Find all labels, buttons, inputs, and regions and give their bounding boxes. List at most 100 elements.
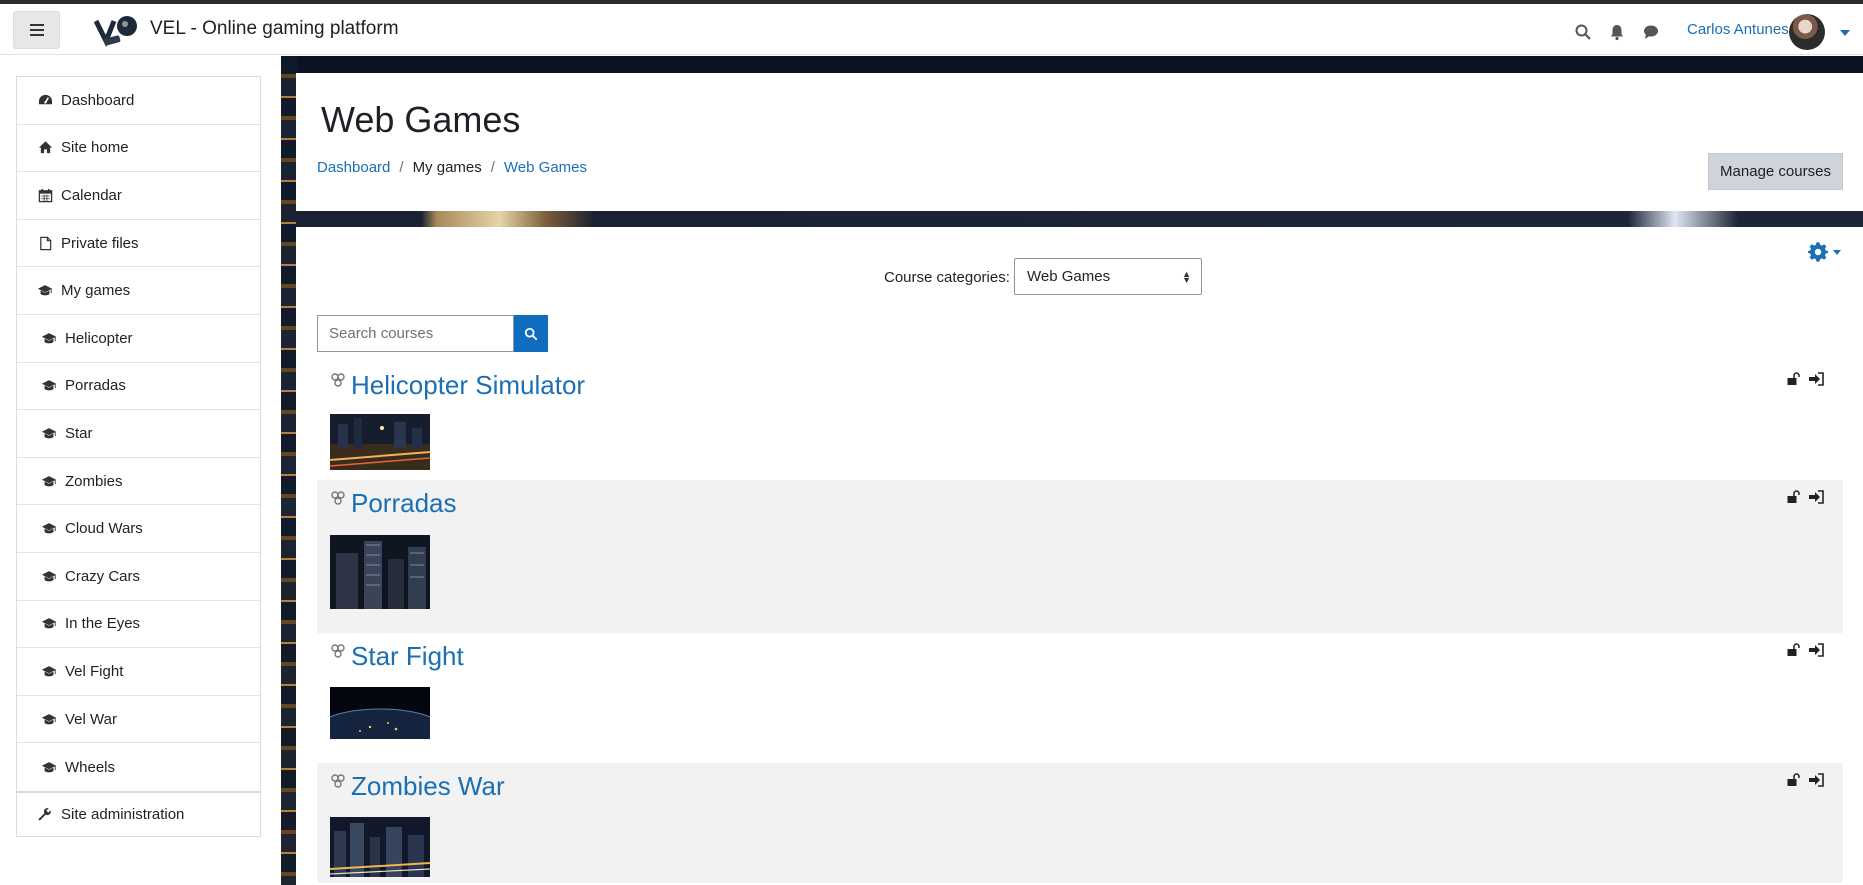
file-icon bbox=[37, 235, 53, 251]
sidebar-item-label: Helicopter bbox=[65, 329, 133, 347]
sidebar-item-label: Site home bbox=[61, 139, 129, 157]
course-thumbnail-image[interactable] bbox=[330, 535, 430, 609]
enrol-icon[interactable] bbox=[1808, 372, 1824, 386]
course-name-link[interactable]: Porradas bbox=[351, 488, 457, 519]
avatar[interactable] bbox=[1789, 14, 1825, 50]
course-icon bbox=[331, 373, 345, 387]
graduation-cap-icon bbox=[41, 521, 57, 537]
calendar-icon bbox=[37, 187, 53, 203]
select-arrows-icon: ▲ ▼ bbox=[1182, 269, 1191, 285]
sidebar-item-site-administration[interactable]: Site administration bbox=[16, 792, 261, 837]
course-icon bbox=[331, 774, 345, 788]
sidebar-item-star[interactable]: Star bbox=[17, 410, 260, 458]
sidebar-item-label: Site administration bbox=[61, 806, 185, 823]
breadcrumb-dashboard[interactable]: Dashboard bbox=[317, 159, 390, 176]
graduation-cap-icon bbox=[37, 283, 53, 299]
course-item: Porradas bbox=[317, 480, 1843, 633]
course-name-link[interactable]: Star Fight bbox=[351, 641, 464, 672]
course-categories-selected: Web Games bbox=[1027, 268, 1111, 285]
sidebar-item-calendar[interactable]: Calendar bbox=[17, 172, 260, 220]
course-categories-select[interactable]: Web Games ▲ ▼ bbox=[1014, 258, 1202, 295]
search-icon bbox=[524, 327, 538, 340]
sidebar-item-in-the-eyes[interactable]: In the Eyes bbox=[17, 601, 260, 649]
sidebar-item-zombies[interactable]: Zombies bbox=[17, 458, 260, 506]
site-title[interactable]: VEL - Online gaming platform bbox=[150, 18, 399, 40]
unlock-icon[interactable] bbox=[1786, 773, 1800, 787]
graduation-cap-icon bbox=[41, 616, 57, 632]
enrol-icon[interactable] bbox=[1808, 490, 1824, 504]
graduation-cap-icon bbox=[41, 759, 57, 775]
sidebar-item-label: Vel War bbox=[65, 710, 117, 728]
unlock-icon[interactable] bbox=[1786, 372, 1800, 386]
course-name-link[interactable]: Zombies War bbox=[351, 771, 505, 802]
caret-down-icon[interactable] bbox=[1840, 30, 1850, 36]
sidebar-item-label: My games bbox=[61, 282, 131, 300]
sidebar-item-label: Dashboard bbox=[61, 91, 135, 109]
breadcrumb: Dashboard / My games / Web Games bbox=[317, 159, 587, 176]
site-logo[interactable] bbox=[94, 13, 140, 47]
breadcrumb-separator: / bbox=[490, 159, 495, 176]
gear-icon bbox=[1807, 242, 1829, 262]
sidebar-item-label: Wheels bbox=[65, 758, 116, 776]
course-item: Helicopter Simulator bbox=[317, 362, 1843, 480]
unlock-icon[interactable] bbox=[1786, 643, 1800, 657]
sidebar-item-helicopter[interactable]: Helicopter bbox=[17, 315, 260, 363]
home-icon bbox=[37, 140, 53, 156]
sidebar-item-dashboard[interactable]: Dashboard bbox=[17, 77, 260, 125]
sidebar-item-site-home[interactable]: Site home bbox=[17, 125, 260, 173]
enrol-icon[interactable] bbox=[1808, 773, 1824, 787]
course-name-link[interactable]: Helicopter Simulator bbox=[351, 370, 585, 401]
search-courses-button[interactable] bbox=[514, 315, 548, 352]
sidebar-item-label: Cloud Wars bbox=[65, 520, 143, 538]
navbar: VEL - Online gaming platform Carlos Antu… bbox=[0, 4, 1863, 55]
header-image-strip bbox=[296, 211, 1863, 227]
sidebar-item-my-games[interactable]: My games bbox=[17, 267, 260, 315]
course-thumbnail-image[interactable] bbox=[330, 817, 430, 877]
search-courses-input[interactable]: Search courses bbox=[317, 315, 514, 352]
sidebar-item-crazy-cars[interactable]: Crazy Cars bbox=[17, 553, 260, 601]
course-item: Zombies War bbox=[317, 763, 1843, 883]
course-thumbnail-image[interactable] bbox=[330, 687, 430, 739]
unlock-icon[interactable] bbox=[1786, 490, 1800, 504]
graduation-cap-icon bbox=[41, 330, 57, 346]
sidebar-item-label: Calendar bbox=[61, 186, 122, 204]
user-menu-name[interactable]: Carlos Antunes bbox=[1687, 21, 1789, 38]
course-icon bbox=[331, 644, 345, 658]
sidebar-item-private-files[interactable]: Private files bbox=[17, 220, 260, 268]
enrol-icon[interactable] bbox=[1808, 643, 1824, 657]
sidebar-item-label: Private files bbox=[61, 234, 139, 252]
bell-icon[interactable] bbox=[1608, 23, 1626, 41]
sidebar-item-wheels[interactable]: Wheels bbox=[17, 743, 260, 791]
course-icon bbox=[331, 491, 345, 505]
sidebar-nav: Dashboard Site home Calendar Private fil… bbox=[16, 76, 261, 792]
menu-toggle-button[interactable] bbox=[13, 11, 60, 49]
sidebar-item-label: Crazy Cars bbox=[65, 567, 141, 585]
breadcrumb-web-games[interactable]: Web Games bbox=[504, 159, 587, 176]
menu-icon bbox=[29, 24, 44, 36]
graduation-cap-icon bbox=[41, 378, 57, 394]
sidebar: Dashboard Site home Calendar Private fil… bbox=[0, 56, 281, 885]
sidebar-item-porradas[interactable]: Porradas bbox=[17, 363, 260, 411]
sidebar-item-cloud-wars[interactable]: Cloud Wars bbox=[17, 505, 260, 553]
page-title: Web Games bbox=[321, 99, 521, 140]
sidebar-item-vel-fight[interactable]: Vel Fight bbox=[17, 648, 260, 696]
sidebar-item-label: Porradas bbox=[65, 377, 126, 395]
breadcrumb-my-games: My games bbox=[412, 159, 482, 176]
sidebar-item-vel-war[interactable]: Vel War bbox=[17, 696, 260, 744]
sidebar-item-label: Vel Fight bbox=[65, 662, 124, 680]
graduation-cap-icon bbox=[41, 425, 57, 441]
sidebar-item-label: In the Eyes bbox=[65, 615, 141, 633]
breadcrumb-separator: / bbox=[399, 159, 404, 176]
manage-courses-button[interactable]: Manage courses bbox=[1708, 153, 1843, 190]
graduation-cap-icon bbox=[41, 663, 57, 679]
page-header: Web Games Dashboard / My games / Web Gam… bbox=[296, 73, 1863, 211]
course-list: Helicopter Simulator Porradas Star Fight… bbox=[317, 362, 1843, 883]
graduation-cap-icon bbox=[41, 473, 57, 489]
course-thumbnail-image[interactable] bbox=[330, 414, 430, 470]
course-item: Star Fight bbox=[317, 633, 1843, 763]
search-icon[interactable] bbox=[1574, 23, 1592, 41]
settings-menu[interactable] bbox=[1807, 241, 1841, 263]
caret-down-icon bbox=[1833, 249, 1841, 255]
chat-icon[interactable] bbox=[1642, 23, 1660, 41]
wrench-icon bbox=[37, 807, 53, 823]
